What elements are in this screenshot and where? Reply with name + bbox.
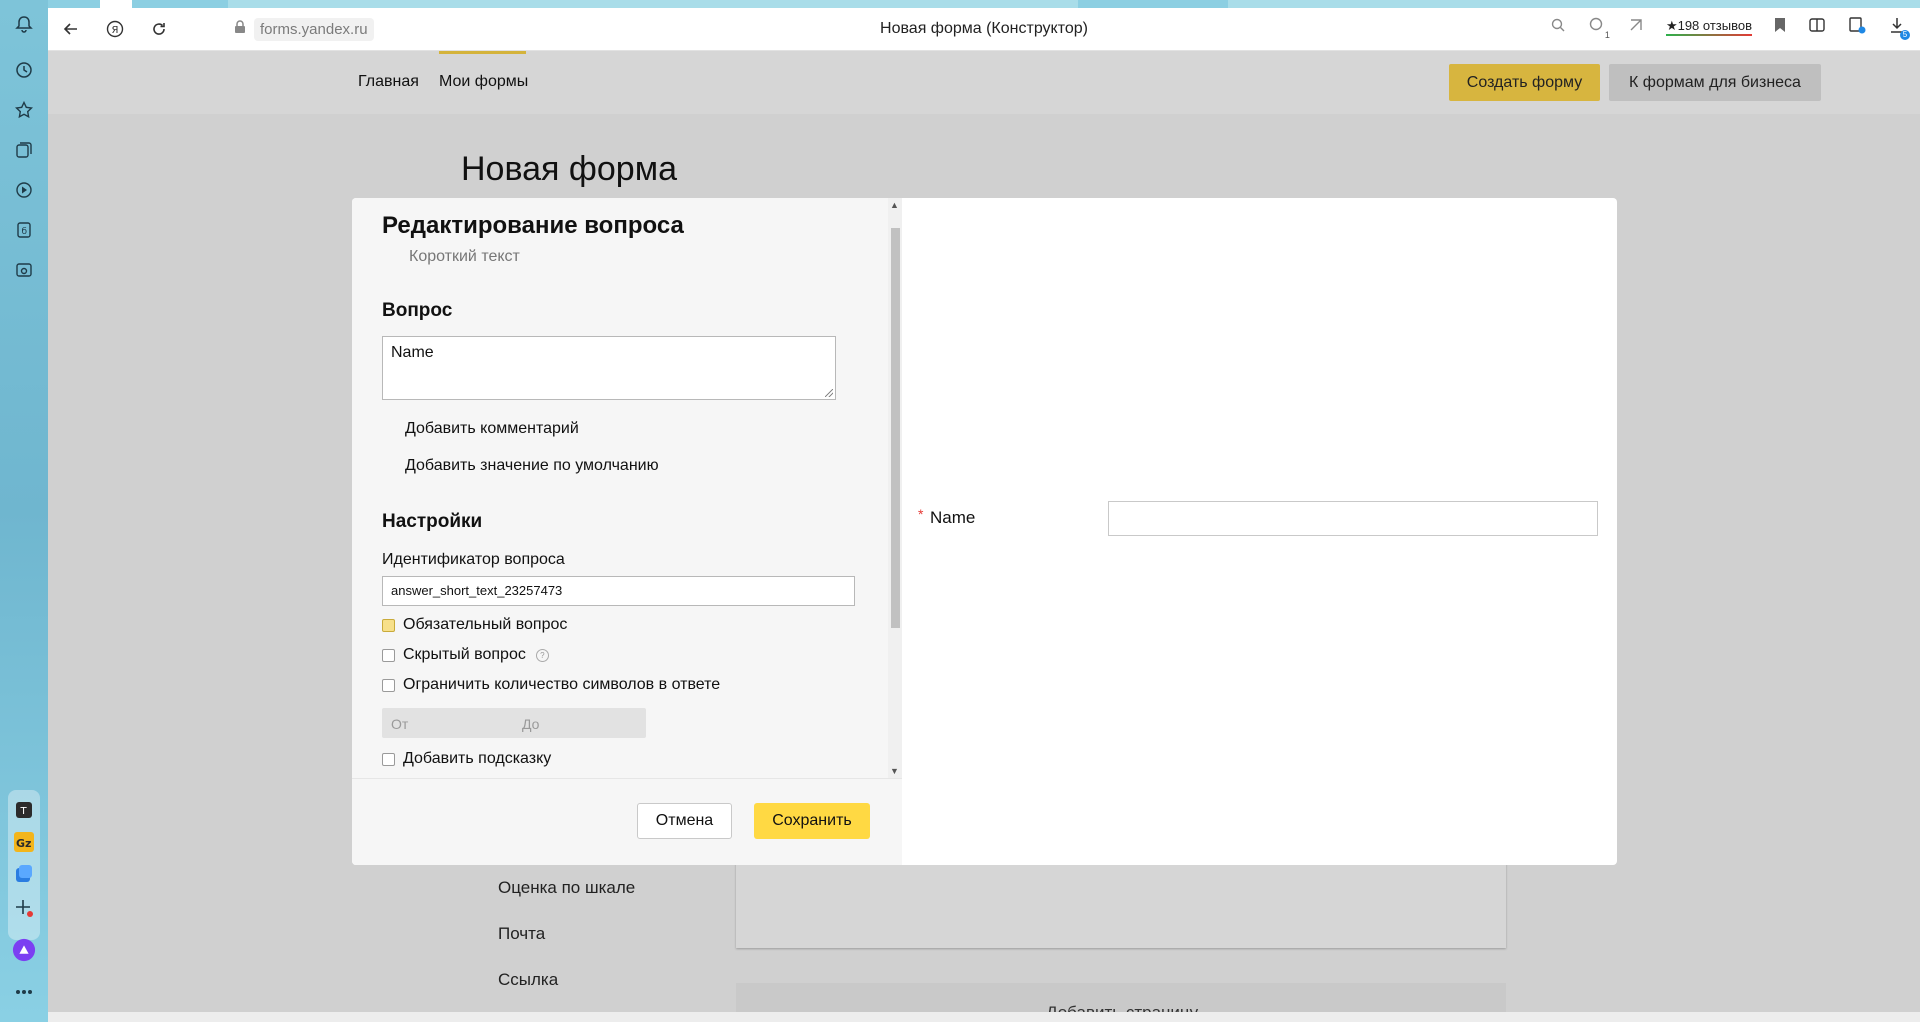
preview-field-label: Name bbox=[930, 508, 976, 527]
question-textarea[interactable]: Name bbox=[382, 336, 836, 400]
create-form-button[interactable]: Создать форму bbox=[1449, 64, 1600, 101]
svg-text:T: T bbox=[20, 806, 28, 817]
tab-count-badge: 1 bbox=[1604, 30, 1610, 40]
forms-header: Главная Мои формы Создать форму К формам… bbox=[48, 51, 1920, 114]
scroll-thumb[interactable] bbox=[891, 228, 900, 628]
extensions-icon[interactable] bbox=[1808, 16, 1826, 38]
add-hint-label: Добавить подсказку bbox=[403, 750, 552, 767]
svg-text:б: б bbox=[22, 227, 28, 237]
add-comment-link[interactable]: Добавить комментарий bbox=[405, 420, 579, 438]
disk-app-icon[interactable] bbox=[12, 862, 36, 886]
char-range-inputs: От До bbox=[382, 708, 646, 738]
required-checkbox[interactable] bbox=[382, 618, 395, 632]
toolbar-right-actions: 1 ★198 отзывов 5 bbox=[1550, 16, 1910, 40]
add-app-plus-icon[interactable] bbox=[12, 896, 36, 920]
range-to-input[interactable]: До bbox=[522, 716, 539, 732]
site-reviews-link[interactable]: ★198 отзывов bbox=[1665, 18, 1752, 36]
save-button[interactable]: Сохранить bbox=[754, 803, 870, 839]
add-default-value-link[interactable]: Добавить значение по умолчанию bbox=[405, 457, 659, 475]
field-type-link[interactable]: Ссылка bbox=[498, 970, 558, 990]
question-type-label[interactable]: Короткий текст bbox=[409, 248, 520, 266]
taskbar-strip bbox=[48, 1012, 1920, 1022]
tab-background[interactable] bbox=[228, 0, 1078, 8]
zoom-icon[interactable] bbox=[1550, 17, 1566, 37]
limit-chars-row[interactable]: Ограничить количество символов в ответе bbox=[382, 676, 720, 694]
reader-mode-icon[interactable] bbox=[1628, 17, 1644, 37]
gz-app-icon[interactable]: Gz bbox=[12, 830, 36, 854]
question-text: Name bbox=[391, 344, 434, 361]
scroll-down-arrow-icon[interactable]: ▼ bbox=[890, 766, 899, 776]
video-play-icon[interactable] bbox=[12, 178, 36, 202]
question-id-label: Идентификатор вопроса bbox=[382, 551, 565, 568]
more-dots-icon[interactable] bbox=[12, 980, 36, 1004]
modal-footer: Отмена Сохранить bbox=[352, 778, 902, 865]
hidden-checkbox[interactable] bbox=[382, 648, 395, 662]
required-question-row[interactable]: Обязательный вопрос bbox=[382, 616, 567, 634]
required-asterisk: * bbox=[918, 506, 924, 522]
page-title: Новая форма bbox=[461, 150, 677, 188]
cancel-button[interactable]: Отмена bbox=[637, 803, 732, 839]
active-tab[interactable] bbox=[100, 0, 132, 8]
question-id-input[interactable]: answer_short_text_23257473 bbox=[382, 576, 855, 606]
tab-strip bbox=[48, 0, 1920, 8]
tasks-app-icon[interactable]: T bbox=[12, 798, 36, 822]
limit-chars-checkbox[interactable] bbox=[382, 678, 395, 692]
editor-scroll-area: Редактирование вопроса Короткий текст Во… bbox=[352, 198, 888, 778]
question-editor-panel: Редактирование вопроса Короткий текст Во… bbox=[352, 198, 902, 865]
preview-name-input[interactable] bbox=[1108, 501, 1598, 536]
downloads-badge: 5 bbox=[1900, 30, 1910, 40]
help-question-icon[interactable]: ? bbox=[535, 648, 549, 662]
edit-question-modal: Редактирование вопроса Короткий текст Во… bbox=[352, 198, 1617, 865]
active-nav-indicator bbox=[439, 51, 526, 54]
notifications-icon[interactable] bbox=[12, 12, 36, 36]
question-section-title: Вопрос bbox=[382, 300, 453, 321]
collections-icon[interactable] bbox=[12, 138, 36, 162]
business-forms-button[interactable]: К формам для бизнеса bbox=[1609, 64, 1821, 101]
editor-scrollbar[interactable]: ▲ ▼ bbox=[888, 198, 902, 778]
field-type-scale[interactable]: Оценка по шкале bbox=[498, 878, 635, 898]
required-label: Обязательный вопрос bbox=[403, 616, 568, 633]
svg-text:Gz: Gz bbox=[16, 837, 31, 850]
add-hint-checkbox[interactable] bbox=[382, 752, 395, 766]
tab-background-2[interactable] bbox=[1228, 0, 1920, 8]
bookmark-flag-icon[interactable] bbox=[1774, 17, 1786, 37]
field-type-email[interactable]: Почта bbox=[498, 924, 545, 944]
form-canvas-card bbox=[736, 862, 1506, 948]
screenshot-camera-icon[interactable] bbox=[12, 258, 36, 282]
resize-handle-icon[interactable] bbox=[825, 389, 833, 397]
browser-sidebar: б T Gz bbox=[0, 0, 48, 1022]
history-icon[interactable] bbox=[12, 58, 36, 82]
alice-assistant-icon[interactable] bbox=[12, 938, 36, 962]
nav-home[interactable]: Главная bbox=[358, 73, 419, 91]
add-hint-row[interactable]: Добавить подсказку bbox=[382, 750, 551, 768]
nav-my-forms[interactable]: Мои формы bbox=[439, 73, 528, 91]
settings-section-title: Настройки bbox=[382, 511, 483, 532]
hidden-question-row[interactable]: Скрытый вопрос ? bbox=[382, 646, 549, 664]
limit-chars-label: Ограничить количество символов в ответе bbox=[403, 676, 721, 693]
scroll-up-arrow-icon[interactable]: ▲ bbox=[890, 200, 899, 210]
hidden-label: Скрытый вопрос bbox=[403, 646, 526, 663]
bookmarks-star-icon[interactable] bbox=[12, 98, 36, 122]
bookmark-page-icon[interactable]: б bbox=[12, 218, 36, 242]
modal-heading: Редактирование вопроса bbox=[382, 212, 684, 239]
profile-sync-icon[interactable] bbox=[1848, 16, 1866, 38]
protect-tab-icon[interactable]: 1 bbox=[1588, 16, 1610, 40]
range-from-input[interactable]: От bbox=[391, 716, 408, 732]
downloads-icon[interactable]: 5 bbox=[1888, 16, 1910, 40]
